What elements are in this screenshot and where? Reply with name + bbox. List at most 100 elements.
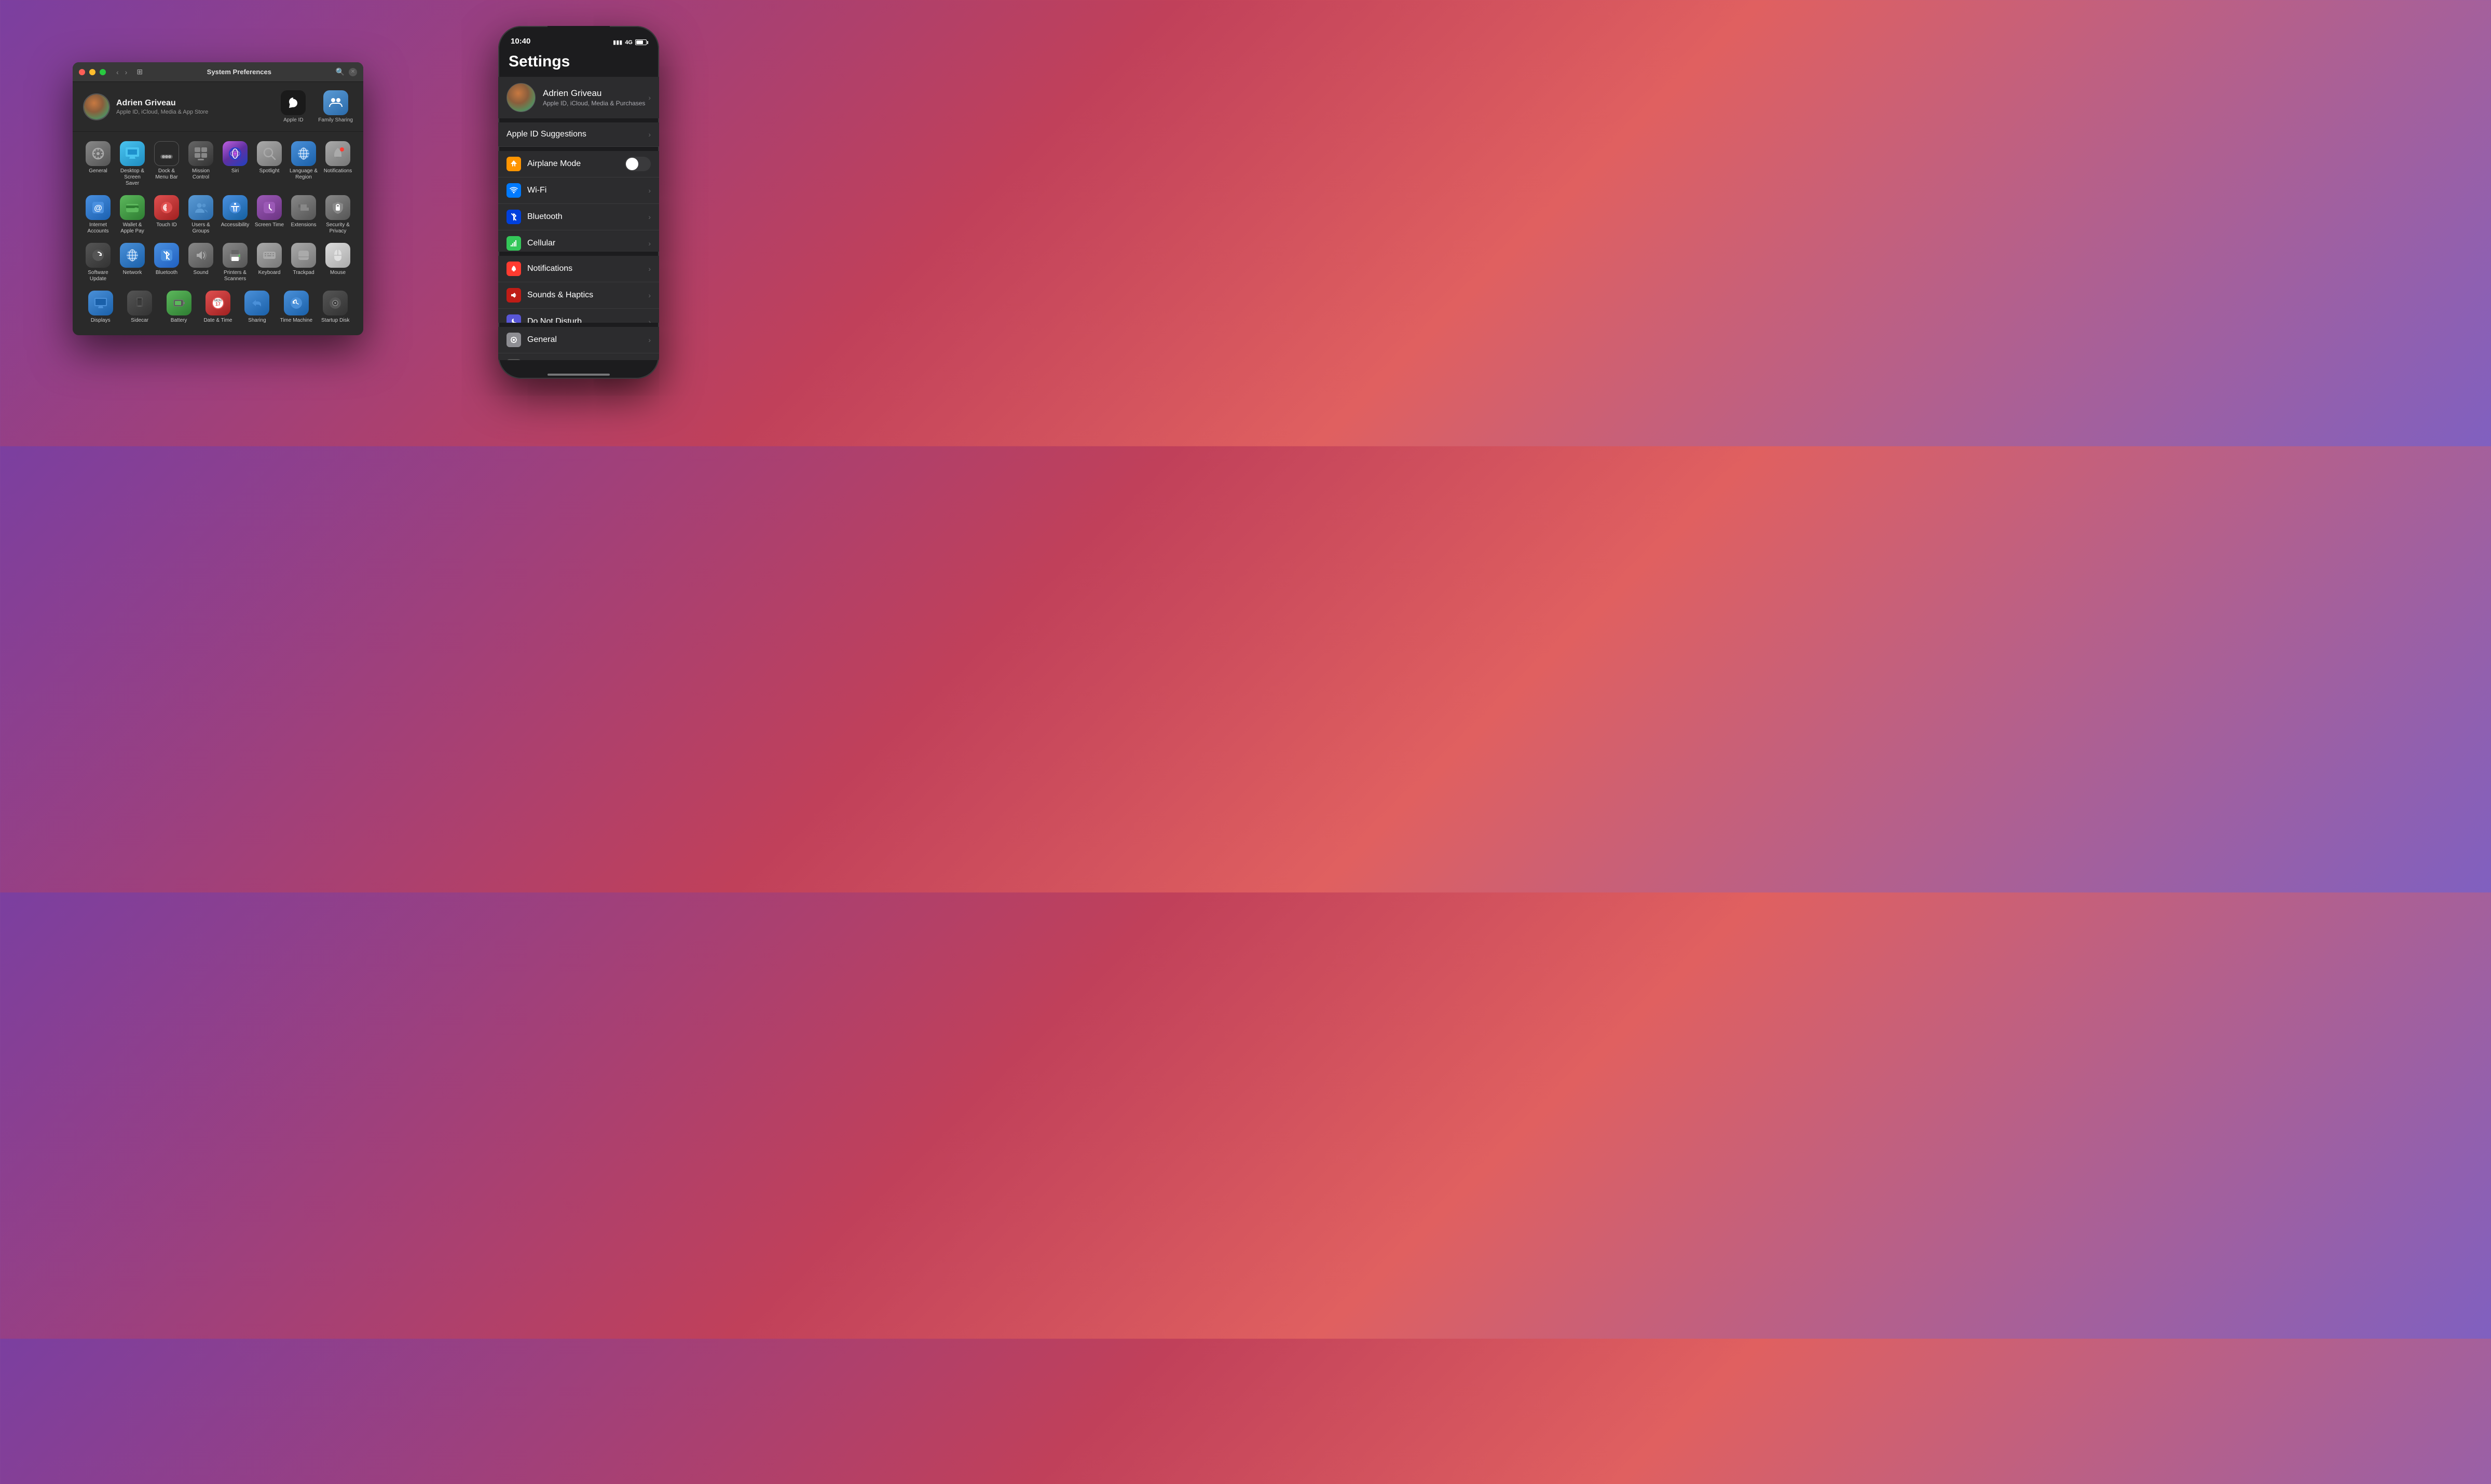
pref-accessibility[interactable]: Accessibility (218, 192, 252, 238)
notifications-chevron: › (648, 265, 651, 273)
pref-screentime[interactable]: Screen Time (252, 192, 286, 238)
grid-row-2: @ Internet Accounts Wallet & Apple Pay T… (81, 192, 355, 238)
connectivity-section: Airplane Mode Wi-Fi › Bluetoo (498, 151, 659, 252)
apple-id-suggestions-row[interactable]: Apple ID Suggestions › (498, 122, 659, 147)
profile-info: Adrien Griveau Apple ID, iCloud, Media &… (543, 88, 648, 107)
bluetooth-row[interactable]: Bluetooth › (498, 204, 659, 230)
wifi-chevron: › (648, 186, 651, 195)
dnd-row[interactable]: Do Not Disturb › (498, 309, 659, 323)
screentime-label: Screen Time (255, 222, 284, 228)
user-text: Adrien Griveau Apple ID, iCloud, Media &… (116, 99, 208, 115)
mission-label: Mission Control (186, 168, 216, 181)
pref-spotlight[interactable]: Spotlight (252, 138, 286, 190)
minimize-button[interactable] (89, 69, 95, 75)
apple-id-icon-item[interactable]: Apple ID (281, 90, 306, 123)
sidecar-label: Sidecar (131, 318, 148, 324)
forward-arrow[interactable]: › (123, 67, 130, 77)
startup-label: Startup Disk (321, 318, 349, 324)
screentime-icon (257, 195, 282, 220)
pref-sidecar[interactable]: Sidecar (120, 287, 159, 327)
pref-software[interactable]: Software Update (81, 240, 115, 285)
notifications-section: Notifications › Sounds & Haptics › Do No… (498, 256, 659, 323)
system-section: General › Control Center › (498, 327, 659, 360)
control-center-icon (507, 359, 521, 360)
clear-search-button[interactable]: ✕ (349, 68, 357, 76)
control-center-row[interactable]: Control Center › (498, 353, 659, 360)
pref-notifications[interactable]: Notifications (321, 138, 355, 190)
mouse-icon (325, 243, 350, 268)
pref-wallet[interactable]: Wallet & Apple Pay (115, 192, 149, 238)
pref-mission[interactable]: Mission Control (184, 138, 218, 190)
maximize-button[interactable] (100, 69, 106, 75)
battery-icon (167, 291, 191, 315)
user-name: Adrien Griveau (116, 99, 208, 108)
profile-chevron: › (648, 93, 651, 102)
startup-icon (323, 291, 348, 315)
home-bar (548, 374, 610, 376)
pref-sound[interactable]: Sound (184, 240, 218, 285)
pref-internet[interactable]: @ Internet Accounts (81, 192, 115, 238)
cellular-row[interactable]: Cellular › (498, 230, 659, 252)
pref-keyboard[interactable]: Keyboard (252, 240, 286, 285)
apple-id-suggestions-text: Apple ID Suggestions (507, 130, 648, 139)
pref-battery[interactable]: Battery (159, 287, 198, 327)
toolbar-icons: Apple ID Family Sharing (281, 90, 353, 123)
airplane-mode-toggle[interactable] (625, 157, 651, 171)
pref-bluetooth[interactable]: Bluetooth (149, 240, 184, 285)
mouse-label: Mouse (330, 270, 346, 276)
keyboard-label: Keyboard (258, 270, 281, 276)
airplane-mode-row[interactable]: Airplane Mode (498, 151, 659, 177)
pref-datetime[interactable]: MON17 Date & Time (198, 287, 237, 327)
sidecar-icon (127, 291, 152, 315)
pref-general[interactable]: General (81, 138, 115, 190)
notifications-row[interactable]: Notifications › (498, 256, 659, 282)
pref-trackpad[interactable]: Trackpad (286, 240, 321, 285)
pref-desktop[interactable]: Desktop & Screen Saver (115, 138, 149, 190)
profile-row[interactable]: Adrien Griveau Apple ID, iCloud, Media &… (498, 77, 659, 118)
software-icon (86, 243, 111, 268)
pref-siri[interactable]: Siri (218, 138, 252, 190)
network-icon (120, 243, 145, 268)
battery-icon (635, 39, 647, 45)
notifications-icon (325, 141, 350, 166)
pref-language[interactable]: Language & Region (286, 138, 321, 190)
search-icon[interactable]: 🔍 (336, 67, 345, 76)
pref-touchid[interactable]: Touch ID (149, 192, 184, 238)
iphone-notch (548, 26, 610, 40)
extensions-label: Extensions (291, 222, 317, 228)
back-arrow[interactable]: ‹ (114, 67, 121, 77)
pref-users[interactable]: Users & Groups (184, 192, 218, 238)
wifi-row[interactable]: Wi-Fi › (498, 177, 659, 204)
pref-sharing[interactable]: Sharing (238, 287, 277, 327)
apple-id-label: Apple ID (283, 117, 303, 123)
general-row[interactable]: General › (498, 327, 659, 353)
family-sharing-icon-item[interactable]: Family Sharing (318, 90, 353, 123)
pref-displays[interactable]: Displays (81, 287, 120, 327)
window-title: System Preferences (147, 68, 331, 76)
pref-startup[interactable]: Startup Disk (316, 287, 355, 327)
close-button[interactable] (79, 69, 85, 75)
airplane-mode-icon (507, 157, 521, 171)
sounds-row[interactable]: Sounds & Haptics › (498, 282, 659, 309)
grid-icon[interactable]: ⊞ (136, 67, 143, 76)
home-indicator (498, 364, 659, 379)
sounds-icon (507, 288, 521, 303)
displays-icon (88, 291, 113, 315)
dock-icon (154, 141, 179, 166)
pref-security[interactable]: Security & Privacy (321, 192, 355, 238)
pref-network[interactable]: Network (115, 240, 149, 285)
user-info[interactable]: Adrien Griveau Apple ID, iCloud, Media &… (83, 93, 208, 120)
pref-mouse[interactable]: Mouse (321, 240, 355, 285)
status-time: 10:40 (511, 37, 530, 46)
siri-label: Siri (231, 168, 239, 174)
pref-dock[interactable]: Dock & Menu Bar (149, 138, 184, 190)
mac-titlebar: ‹ › ⊞ System Preferences 🔍 ✕ (73, 62, 363, 82)
notifications-label: Notifications (324, 168, 352, 174)
bluetooth-label: Bluetooth (156, 270, 177, 276)
pref-printers[interactable]: Printers & Scanners (218, 240, 252, 285)
language-label: Language & Region (289, 168, 319, 181)
touchid-icon (154, 195, 179, 220)
sharing-icon (244, 291, 269, 315)
pref-extensions[interactable]: Extensions (286, 192, 321, 238)
pref-timemachine[interactable]: Time Machine (277, 287, 316, 327)
